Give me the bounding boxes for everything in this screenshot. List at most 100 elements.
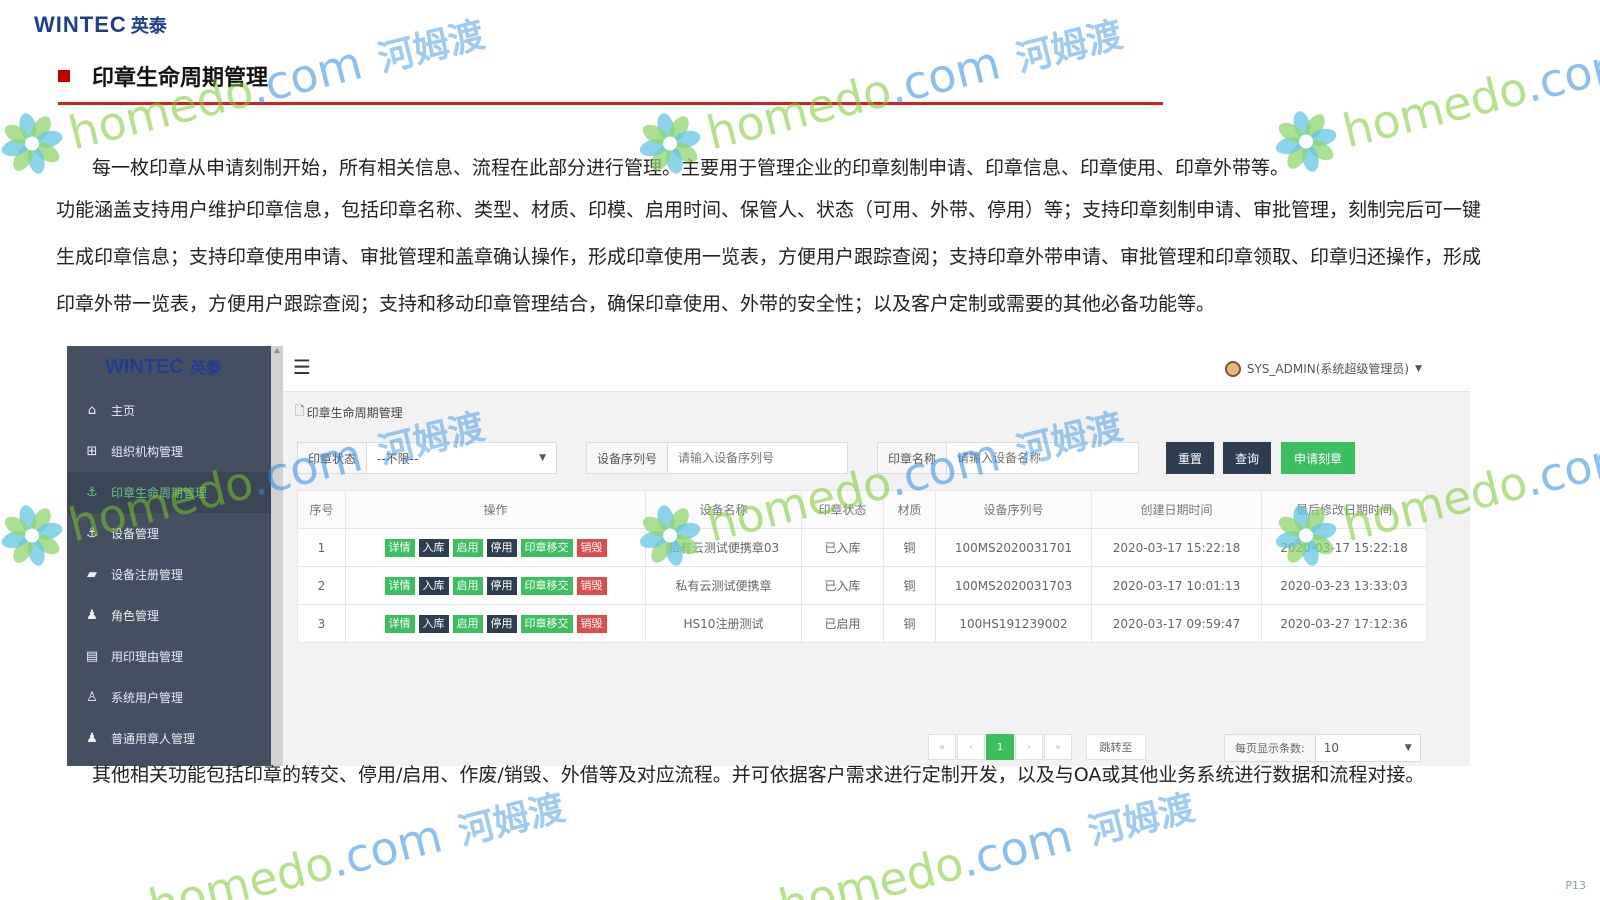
sidebar-item-system-users[interactable]: ♙ 系统用户管理 — [67, 677, 271, 718]
menu-toggle-icon[interactable]: ☰ — [293, 357, 311, 377]
disable-button[interactable]: 停用 — [486, 576, 517, 595]
destroy-button[interactable]: 销毁 — [576, 538, 607, 557]
transfer-button[interactable]: 印章移交 — [520, 614, 573, 633]
sidebar-item-label: 印章生命周期管理 — [111, 486, 208, 500]
details-button[interactable]: 详情 — [384, 576, 415, 595]
table-row: 2 详情 入库 启用 停用 印章移交 销毁 私有云测试便携章 已入库 铜 100… — [297, 566, 1427, 605]
sidebar-item-roles[interactable]: ♟ 角色管理 — [67, 595, 271, 636]
sidebar-item-device-registration[interactable]: ▰ 设备注册管理 — [67, 554, 271, 595]
transfer-button[interactable]: 印章移交 — [520, 576, 573, 595]
sidebar-item-devices[interactable]: ⚓ 设备管理 — [67, 513, 271, 554]
home-icon: ⌂ — [87, 403, 97, 418]
serial-number: 100HS191239002 — [935, 604, 1092, 643]
material: 铜 — [883, 604, 936, 643]
feature-paragraph: 功能涵盖支持用户维护印章信息，包括印章名称、类型、材质、印模、启用时间、保管人、… — [56, 199, 1482, 315]
details-button[interactable]: 详情 — [384, 614, 415, 633]
main-content: 🗋 印章生命周期管理 印章状态 --不限-- ▼ 设备序列号 印章名称 重置 查… — [283, 392, 1470, 766]
material: 铜 — [883, 566, 936, 605]
document-icon: 🗋 — [295, 404, 305, 418]
query-button[interactable]: 查询 — [1223, 442, 1271, 474]
table-header-row: 序号 操作 设备名称 印章状态 材质 设备序列号 创建日期时间 最后修改日期时间 — [297, 490, 1427, 529]
seal-status: 已启用 — [801, 604, 884, 643]
details-button[interactable]: 详情 — [384, 538, 415, 557]
disable-button[interactable]: 停用 — [486, 538, 517, 557]
last-page-button[interactable]: » — [1044, 734, 1072, 760]
sidebar-item-org[interactable]: ⊞ 组织机构管理 — [67, 431, 271, 472]
destroy-button[interactable]: 销毁 — [576, 576, 607, 595]
seal-name-input[interactable] — [947, 443, 1138, 473]
first-page-button[interactable]: « — [928, 734, 956, 760]
transfer-button[interactable]: 印章移交 — [520, 538, 573, 557]
device-name: 私有云测试便携章 — [645, 566, 802, 605]
app-screenshot: WINTEC 英泰 ⌂ 主页 ⊞ 组织机构管理 ⚓ 印章生命周期管理 ⚓ 设备管… — [67, 346, 1470, 766]
brand-logo: WINTEC 英泰 — [34, 12, 167, 38]
status-filter-label: 印章状态 — [298, 443, 368, 473]
slide-title: 印章生命周期管理 — [92, 66, 269, 91]
created-time: 2020-03-17 15:22:18 — [1091, 528, 1262, 567]
page-size-select[interactable]: 每页显示条数: 10 ▼ — [1224, 734, 1421, 762]
seal-status: 已入库 — [801, 566, 884, 605]
user-menu[interactable]: SYS_ADMIN(系统超级管理员) ▼ — [1224, 360, 1422, 377]
column-header: 操作 — [345, 490, 646, 529]
org-chart-icon: ⊞ — [86, 444, 98, 459]
next-page-button[interactable]: › — [1015, 734, 1043, 760]
modified-time: 2020-03-17 15:22:18 — [1261, 528, 1427, 567]
watermark-text: homedo.com — [143, 808, 448, 900]
sidebar-logo: WINTEC 英泰 — [105, 354, 222, 379]
enable-button[interactable]: 启用 — [452, 614, 483, 633]
name-filter: 印章名称 — [877, 442, 1139, 474]
column-header: 创建日期时间 — [1091, 490, 1262, 529]
store-button[interactable]: 入库 — [418, 614, 449, 633]
created-time: 2020-03-17 09:59:47 — [1091, 604, 1262, 643]
sidebar-item-label: 主页 — [111, 404, 136, 418]
column-header: 印章状态 — [801, 490, 884, 529]
brand-name-cn: 英泰 — [130, 16, 167, 37]
enable-button[interactable]: 启用 — [452, 538, 483, 557]
reset-button[interactable]: 重置 — [1166, 442, 1214, 474]
sidebar-item-label: 用印理由管理 — [111, 650, 184, 664]
column-header: 设备名称 — [645, 490, 802, 529]
enable-button[interactable]: 启用 — [452, 576, 483, 595]
sidebar-item-label: 普通用章人管理 — [111, 732, 196, 746]
row-number: 3 — [297, 604, 346, 643]
breadcrumb-label: 印章生命周期管理 — [306, 406, 403, 420]
sidebar-item-seal-lifecycle[interactable]: ⚓ 印章生命周期管理 — [67, 472, 271, 513]
sidebar-item-label: 系统用户管理 — [111, 691, 184, 705]
table-row: 1 详情 入库 启用 停用 印章移交 销毁 私有云测试便携章03 已入库 铜 1… — [297, 528, 1427, 567]
current-page-button[interactable]: 1 — [986, 734, 1014, 760]
sidebar-scrollbar[interactable] — [271, 346, 283, 766]
serial-input[interactable] — [668, 443, 847, 473]
sidebar-item-label: 角色管理 — [111, 609, 160, 623]
sidebar-item-label: 设备注册管理 — [111, 568, 184, 582]
modified-time: 2020-03-27 17:12:36 — [1261, 604, 1427, 643]
prev-page-button[interactable]: ‹ — [957, 734, 985, 760]
status-filter: 印章状态 --不限-- ▼ — [297, 442, 557, 474]
sidebar-item-home[interactable]: ⌂ 主页 — [67, 390, 271, 431]
serial-number: 100MS2020031703 — [935, 566, 1092, 605]
store-button[interactable]: 入库 — [418, 538, 449, 557]
store-button[interactable]: 入库 — [418, 576, 449, 595]
jump-to-page-button[interactable]: 跳转至 — [1086, 734, 1146, 760]
disable-button[interactable]: 停用 — [486, 614, 517, 633]
seal-status: 已入库 — [801, 528, 884, 567]
destroy-button[interactable]: 销毁 — [576, 614, 607, 633]
chevron-down-icon: ▼ — [1415, 363, 1422, 374]
file-icon: ▤ — [85, 649, 99, 664]
person-icon: ♙ — [86, 690, 98, 705]
apply-seal-button[interactable]: 申请刻章 — [1281, 442, 1355, 474]
serial-filter: 设备序列号 — [586, 442, 848, 474]
watermark-cn: 河姆渡 — [374, 14, 489, 81]
watermark-cn: 河姆渡 — [1084, 787, 1200, 854]
slide-title-row: 印章生命周期管理 — [58, 60, 268, 92]
user-group-icon: ♟ — [86, 608, 98, 623]
sidebar-item-reasons[interactable]: ▤ 用印理由管理 — [67, 636, 271, 677]
status-select[interactable]: --不限-- ▼ — [367, 443, 556, 473]
serial-filter-label: 设备序列号 — [587, 443, 669, 473]
sidebar-menu: ⌂ 主页 ⊞ 组织机构管理 ⚓ 印章生命周期管理 ⚓ 设备管理 ▰ 设备注册管理… — [67, 390, 271, 759]
created-time: 2020-03-17 10:01:13 — [1091, 566, 1262, 605]
sidebar-item-seal-users[interactable]: ♟ 普通用章人管理 — [67, 718, 271, 759]
brand-name-en: WINTEC — [34, 12, 127, 37]
watermark-text: homedo.com — [1337, 33, 1600, 159]
page-size-value-box: 10 ▼ — [1316, 735, 1420, 761]
chevron-down-icon: ▼ — [1404, 743, 1412, 753]
